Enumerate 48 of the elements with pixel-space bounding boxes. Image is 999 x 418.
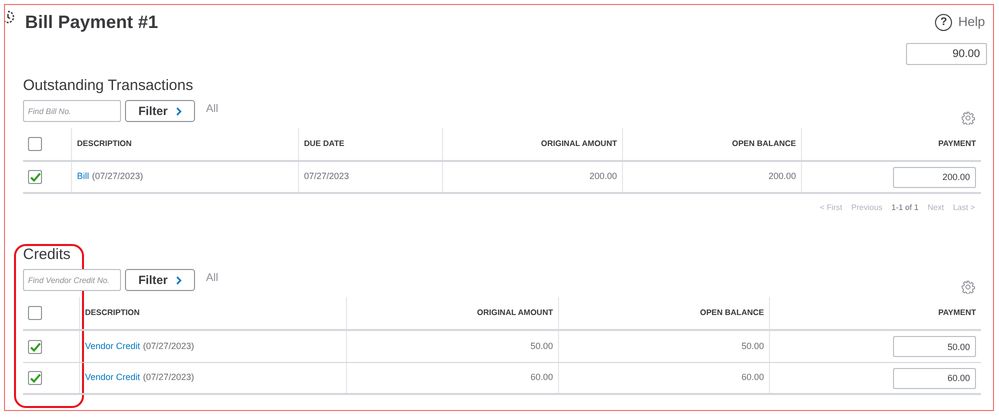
- column-header: ORIGINAL AMOUNT: [477, 307, 553, 319]
- description-link[interactable]: Vendor Credit: [85, 340, 140, 354]
- checkbox[interactable]: [28, 170, 42, 184]
- table-cell-text: 200.00: [589, 170, 617, 184]
- page-title: Bill Payment #1: [25, 10, 158, 34]
- settings-icon[interactable]: [961, 111, 975, 125]
- column-header: PAYMENT: [938, 138, 976, 150]
- column-header: PAYMENT: [938, 307, 976, 319]
- column-header: ORIGINAL AMOUNT: [541, 138, 617, 150]
- table-cell-text: (07/27/2023): [92, 170, 144, 184]
- pagination-link[interactable]: 1-1 of 1: [891, 202, 919, 214]
- chevron-icon: [176, 276, 182, 284]
- table-cell-text: 200.00: [768, 170, 796, 184]
- description-link[interactable]: Vendor Credit: [85, 371, 140, 385]
- settings-icon[interactable]: [961, 280, 975, 294]
- section-title: Outstanding Transactions: [23, 77, 194, 95]
- checkbox[interactable]: [28, 340, 42, 354]
- column-header: OPEN BALANCE: [700, 307, 764, 319]
- column-header: DESCRIPTION: [85, 307, 140, 319]
- history-icon[interactable]: [5, 10, 15, 24]
- table-cell-text: 50.00: [741, 340, 764, 353]
- chevron-icon: [176, 106, 182, 116]
- help-icon[interactable]: ?: [935, 14, 952, 30]
- search-field[interactable]: Find Vendor Credit No.: [23, 269, 121, 291]
- payment-field[interactable]: 60.00: [893, 368, 976, 388]
- all-link[interactable]: All: [206, 100, 218, 118]
- search-field[interactable]: Find Bill No.: [23, 100, 121, 122]
- table-cell-text: (07/27/2023): [143, 371, 194, 384]
- all-link[interactable]: All: [206, 269, 218, 287]
- table-cell-text: 50.00: [530, 340, 553, 353]
- table-cell-text: 60.00: [530, 371, 553, 384]
- checkbox[interactable]: [28, 137, 42, 151]
- filter-button[interactable]: Filter: [125, 100, 195, 122]
- table-cell-text: (07/27/2023): [143, 340, 194, 353]
- section-title: Credits: [23, 246, 72, 264]
- table-cell-text: 60.00: [741, 371, 764, 384]
- checkbox[interactable]: [28, 306, 42, 320]
- column-header: DESCRIPTION: [77, 138, 132, 150]
- checkbox[interactable]: [28, 371, 42, 385]
- description-link[interactable]: Bill: [77, 170, 90, 184]
- payment-field[interactable]: 50.00: [893, 336, 976, 357]
- column-header: OPEN BALANCE: [732, 138, 796, 150]
- help-link[interactable]: ? Help: [935, 12, 985, 32]
- filter-button[interactable]: Filter: [125, 269, 195, 291]
- payment-field[interactable]: 200.00: [893, 166, 976, 188]
- column-header: DUE DATE: [304, 138, 344, 150]
- amount-field[interactable]: 90.00: [906, 43, 987, 65]
- table-cell-text: 07/27/2023: [304, 170, 350, 184]
